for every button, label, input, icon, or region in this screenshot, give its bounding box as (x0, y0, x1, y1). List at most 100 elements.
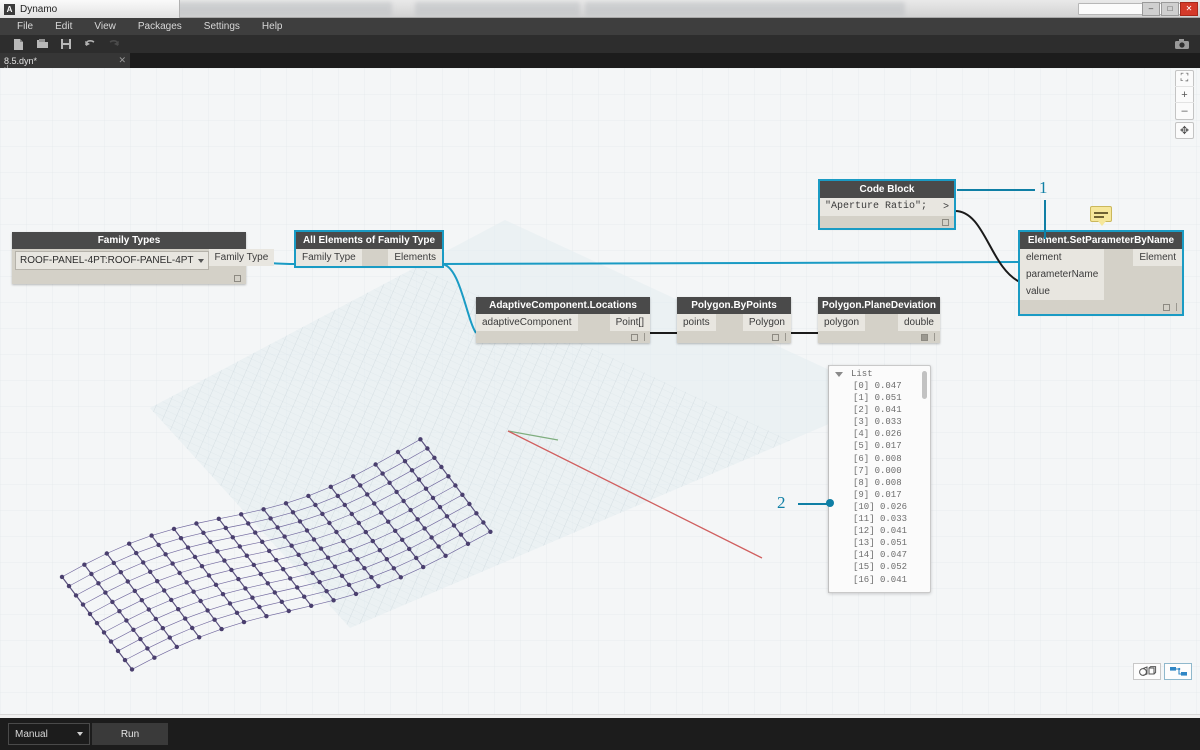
note-balloon-icon[interactable] (1090, 206, 1112, 222)
run-button[interactable]: Run (92, 723, 168, 745)
run-mode-value: Manual (15, 729, 48, 740)
node-title: Family Types (12, 232, 246, 249)
zoom-in-icon[interactable]: + (1175, 87, 1194, 103)
list-item: [9] 0.017 (835, 489, 924, 501)
callout-1-leader-horizontal (957, 189, 1035, 191)
list-item: [16] 0.041 (835, 574, 924, 586)
port-out-points[interactable]: Point[] (610, 314, 650, 331)
node-title: Polygon.PlaneDeviation (818, 297, 940, 314)
port-in-polygon[interactable]: polygon (818, 314, 865, 331)
list-item: [13] 0.051 (835, 537, 924, 549)
code-block-input[interactable]: "Aperture Ratio"; (820, 198, 938, 216)
view-mode-toggles[interactable] (1133, 663, 1192, 680)
lacing-icon[interactable] (785, 333, 786, 341)
preview-icon[interactable] (921, 334, 928, 341)
list-root-row[interactable]: List (829, 366, 930, 380)
node-footer (677, 331, 791, 343)
main-toolbar (0, 35, 1200, 53)
port-in-adaptivecomponent[interactable]: adaptiveComponent (476, 314, 578, 331)
menu-view[interactable]: View (83, 19, 127, 34)
node-title: All Elements of Family Type (296, 232, 442, 249)
menu-packages[interactable]: Packages (127, 19, 193, 34)
node-polygon-planedeviation[interactable]: Polygon.PlaneDeviation polygon double (818, 297, 940, 343)
port-in-family-type[interactable]: Family Type (296, 249, 362, 266)
node-all-elements-of-family-type[interactable]: All Elements of Family Type Family Type … (296, 232, 442, 266)
node-polygon-bypoints[interactable]: Polygon.ByPoints points Polygon (677, 297, 791, 343)
minimize-button[interactable]: – (1142, 2, 1160, 16)
list-item: [1] 0.051 (835, 392, 924, 404)
run-mode-select[interactable]: Manual (8, 723, 90, 745)
lacing-icon[interactable] (644, 333, 645, 341)
port-out-family-type[interactable]: Family Type (209, 249, 275, 266)
list-item: [12] 0.041 (835, 525, 924, 537)
run-bar: Manual Run (0, 718, 1200, 750)
list-item: [7] 0.000 (835, 465, 924, 477)
lacing-icon[interactable] (934, 333, 935, 341)
freeze-icon[interactable] (772, 334, 779, 341)
node-code-block[interactable]: Code Block "Aperture Ratio"; > (820, 181, 954, 228)
lacing-icon[interactable] (1176, 303, 1177, 311)
tab-label: 8.5.dyn* (4, 56, 37, 66)
graph-view-icon[interactable] (1164, 663, 1192, 680)
collapse-triangle-icon[interactable] (835, 372, 843, 377)
pan-icon[interactable]: ✥ (1175, 122, 1194, 139)
callout-1-leader-vertical (1044, 200, 1046, 239)
port-in-parametername[interactable]: parameterName (1020, 266, 1104, 283)
dynamo-logo-icon: A (4, 4, 15, 15)
3d-geometry-view-icon[interactable] (1133, 663, 1161, 680)
zoom-to-fit-icon[interactable]: ⛶ (1175, 71, 1194, 87)
redo-icon (102, 35, 126, 53)
node-family-types[interactable]: Family Types ROOF-PANEL-4PT:ROOF-PANEL-4… (12, 232, 246, 284)
close-button[interactable]: ✕ (1180, 2, 1198, 16)
callout-2-guide (828, 365, 829, 593)
dynamo-titlebar: A Dynamo (0, 0, 180, 18)
port-out-polygon[interactable]: Polygon (743, 314, 791, 331)
list-scrollbar[interactable] (922, 371, 927, 399)
save-icon[interactable] (54, 35, 78, 53)
port-out-element[interactable]: Element (1133, 249, 1182, 266)
list-item: [8] 0.008 (835, 477, 924, 489)
node-element-setparameterbyname[interactable]: Element.SetParameterByName element Eleme… (1020, 232, 1182, 314)
viewport-zoom-controls[interactable]: ⛶ + – (1175, 70, 1194, 120)
host-application-titlebar (0, 0, 1200, 18)
port-in-element[interactable]: element (1020, 249, 1104, 266)
list-item: [2] 0.041 (835, 404, 924, 416)
new-file-icon[interactable] (6, 35, 30, 53)
camera-icon[interactable] (1174, 35, 1190, 53)
window-controls[interactable]: – □ ✕ (1142, 2, 1198, 16)
3d-geometry-viewport[interactable] (0, 68, 1200, 718)
port-out-codeblock[interactable]: > (938, 198, 954, 216)
freeze-icon[interactable] (942, 219, 949, 226)
node-adaptivecomponent-locations[interactable]: AdaptiveComponent.Locations adaptiveComp… (476, 297, 650, 343)
maximize-button[interactable]: □ (1161, 2, 1179, 16)
chevron-down-icon (198, 259, 204, 263)
menu-edit[interactable]: Edit (44, 19, 83, 34)
port-out-elements[interactable]: Elements (388, 249, 442, 266)
port-in-points[interactable]: points (677, 314, 716, 331)
open-folder-icon[interactable] (30, 35, 54, 53)
list-preview-panel[interactable]: List [0] 0.047[1] 0.051[2] 0.041[3] 0.03… (828, 365, 931, 593)
node-footer (818, 331, 940, 343)
list-item: [11] 0.033 (835, 513, 924, 525)
list-item: [3] 0.033 (835, 416, 924, 428)
freeze-icon[interactable] (631, 334, 638, 341)
tab-8-5-dyn[interactable]: 8.5.dyn* ✕ (0, 53, 130, 68)
port-in-value[interactable]: value (1020, 283, 1104, 300)
node-footer (820, 216, 954, 228)
list-item: [5] 0.017 (835, 440, 924, 452)
graph-canvas[interactable]: ⛶ + – ✥ Family Types (0, 68, 1200, 718)
freeze-icon[interactable] (234, 275, 241, 282)
menu-help[interactable]: Help (251, 19, 294, 34)
callout-2-dot (826, 499, 834, 507)
close-icon[interactable]: ✕ (118, 55, 126, 66)
callout-2-number: 2 (777, 493, 786, 513)
list-rows: [0] 0.047[1] 0.051[2] 0.041[3] 0.033[4] … (829, 380, 930, 590)
menu-settings[interactable]: Settings (193, 19, 251, 34)
undo-icon[interactable] (78, 35, 102, 53)
port-out-double[interactable]: double (898, 314, 940, 331)
app-title: Dynamo (20, 4, 57, 15)
menu-file[interactable]: File (6, 19, 44, 34)
freeze-icon[interactable] (1163, 304, 1170, 311)
zoom-out-icon[interactable]: – (1175, 103, 1194, 119)
family-type-dropdown[interactable]: ROOF-PANEL-4PT:ROOF-PANEL-4PT (15, 251, 209, 270)
